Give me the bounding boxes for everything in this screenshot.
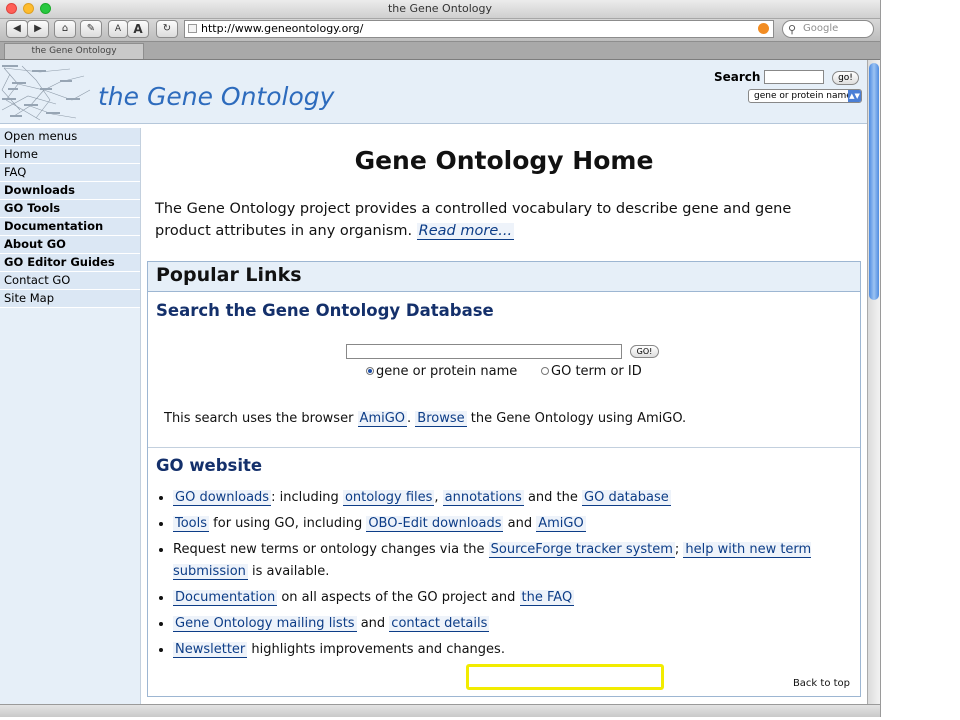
back-arrow-icon[interactable]: ◀: [6, 20, 28, 38]
db-go-button[interactable]: GO!: [630, 345, 659, 358]
window-bottom-bar: [0, 704, 880, 717]
db-search-input[interactable]: [346, 344, 622, 359]
google-search-placeholder: Google: [803, 23, 839, 34]
ontology-files-link[interactable]: ontology files: [342, 490, 435, 506]
intro-paragraph: The Gene Ontology project provides a con…: [155, 198, 845, 242]
sidebar-item-documentation[interactable]: Documentation: [0, 218, 140, 236]
radio-term-button[interactable]: [541, 367, 549, 375]
tab-the-gene-ontology[interactable]: the Gene Ontology: [4, 43, 144, 59]
reload-icon[interactable]: ↻: [156, 20, 178, 38]
list-text: Request new terms or ontology changes vi…: [173, 542, 489, 557]
web-page: the Gene Ontology Search go! gene or pro…: [0, 60, 867, 704]
go-database-link[interactable]: GO database: [582, 490, 671, 506]
list-text: and: [503, 516, 537, 531]
tab-bar: the Gene Ontology: [0, 42, 880, 60]
radio-gene-option[interactable]: gene or protein name: [366, 364, 517, 379]
chevron-up-down-icon: ▲▼: [848, 90, 861, 102]
pencil-icon[interactable]: ✎: [80, 20, 102, 38]
browser-window: the Gene Ontology ◀ ▶ ⌂ ✎ A A ↻ http://w…: [0, 0, 881, 717]
amigo-tool-link[interactable]: AmiGO: [536, 516, 586, 532]
tools-link[interactable]: Tools: [173, 516, 210, 532]
db-search-note: This search uses the browser AmiGO. Brow…: [164, 411, 687, 427]
scrollbar-thumb[interactable]: [869, 63, 879, 300]
obo-edit-downloads-link[interactable]: OBO-Edit downloads: [366, 516, 504, 532]
browse-link[interactable]: Browse: [415, 411, 467, 427]
favicon-icon: [188, 24, 197, 33]
contact-details-link[interactable]: contact details: [389, 616, 490, 632]
sidebar-item-contact-go[interactable]: Contact GO: [0, 272, 140, 290]
the-faq-link[interactable]: the FAQ: [519, 590, 575, 606]
search-icon: ⚲: [788, 23, 797, 36]
list-text: highlights improvements and changes.: [247, 642, 505, 657]
text-larger-button[interactable]: A: [127, 20, 149, 38]
documentation-link[interactable]: Documentation: [173, 590, 278, 606]
header-go-button[interactable]: go!: [832, 71, 859, 85]
list-item: Documentation on all aspects of the GO p…: [173, 587, 843, 609]
text-smaller-button[interactable]: A: [108, 20, 128, 38]
list-item: Tools for using GO, including OBO-Edit d…: [173, 513, 843, 535]
list-item: Request new terms or ontology changes vi…: [173, 539, 843, 583]
go-website-heading: GO website: [156, 456, 263, 475]
list-text: ,: [434, 490, 443, 505]
ontology-graph-logo-icon: [1, 65, 91, 121]
back-to-top-link[interactable]: Back to top: [793, 678, 850, 689]
sourceforge-tracker-link[interactable]: SourceForge tracker system: [488, 542, 675, 558]
read-more-link[interactable]: Read more...: [416, 223, 515, 240]
site-header: the Gene Ontology Search go! gene or pro…: [0, 60, 867, 124]
page-title: Gene Ontology Home: [354, 146, 654, 175]
rss-icon[interactable]: [758, 23, 769, 34]
sidebar-item-downloads[interactable]: Downloads: [0, 182, 140, 200]
site-logo-title[interactable]: the Gene Ontology: [98, 82, 334, 111]
list-text: on all aspects of the GO project and: [277, 590, 520, 605]
vertical-scrollbar[interactable]: [867, 60, 880, 704]
newsletter-link[interactable]: Newsletter: [173, 642, 248, 658]
forward-arrow-icon[interactable]: ▶: [27, 20, 49, 38]
search-type-value: gene or protein name: [754, 91, 852, 101]
home-icon[interactable]: ⌂: [54, 20, 76, 38]
list-item: Gene Ontology mailing lists and contact …: [173, 613, 843, 635]
amigo-link[interactable]: AmiGO: [357, 411, 408, 427]
sidebar-item-site-map[interactable]: Site Map: [0, 290, 140, 308]
window-title: the Gene Ontology: [387, 2, 493, 15]
header-search-label: Search: [714, 70, 761, 84]
sidebar-item-open-menus[interactable]: Open menus: [0, 128, 140, 146]
popular-links-header: Popular Links: [148, 262, 860, 292]
section-divider: [148, 447, 860, 448]
popular-links-box: Popular Links Search the Gene Ontology D…: [147, 261, 861, 697]
radio-gene-label: gene or protein name: [376, 364, 518, 379]
radio-term-label: GO term or ID: [551, 364, 642, 379]
list-item: GO downloads: including ontology files, …: [173, 487, 843, 509]
radio-term-option[interactable]: GO term or ID: [541, 364, 642, 379]
go-website-list: GO downloads: including ontology files, …: [156, 487, 843, 665]
title-bar: the Gene Ontology: [0, 0, 880, 19]
mailing-lists-link[interactable]: Gene Ontology mailing lists: [173, 616, 357, 632]
sidebar-item-home[interactable]: Home: [0, 146, 140, 164]
sidebar-item-go-editor-guides[interactable]: GO Editor Guides: [0, 254, 140, 272]
header-search-input[interactable]: [764, 70, 824, 84]
sidebar-item-go-tools[interactable]: GO Tools: [0, 200, 140, 218]
db-note-text: the Gene Ontology using AmiGO.: [466, 411, 687, 426]
annotations-link[interactable]: annotations: [442, 490, 524, 506]
sidebar-nav: Open menus Home FAQ Downloads GO Tools D…: [0, 128, 141, 704]
list-text: for using GO, including: [209, 516, 367, 531]
list-text: and: [356, 616, 390, 631]
list-item: Newsletter highlights improvements and c…: [173, 639, 843, 661]
list-text: is available.: [247, 564, 330, 579]
popular-links-title: Popular Links: [156, 264, 302, 286]
browser-toolbar: ◀ ▶ ⌂ ✎ A A ↻ http://www.geneontology.or…: [0, 19, 880, 42]
sidebar-item-about-go[interactable]: About GO: [0, 236, 140, 254]
sidebar-item-faq[interactable]: FAQ: [0, 164, 140, 182]
search-type-select[interactable]: gene or protein name ▲▼: [748, 89, 862, 103]
go-downloads-link[interactable]: GO downloads: [173, 490, 272, 506]
highlight-box: [466, 664, 664, 690]
address-bar[interactable]: http://www.geneontology.org/: [184, 20, 774, 38]
search-db-heading: Search the Gene Ontology Database: [156, 301, 494, 320]
list-text: and the: [523, 490, 583, 505]
address-text: http://www.geneontology.org/: [201, 22, 364, 35]
google-search-field[interactable]: ⚲ Google: [782, 20, 874, 38]
list-text: : including: [271, 490, 343, 505]
radio-gene-button[interactable]: [366, 367, 374, 375]
db-note-text: This search uses the browser: [164, 411, 358, 426]
